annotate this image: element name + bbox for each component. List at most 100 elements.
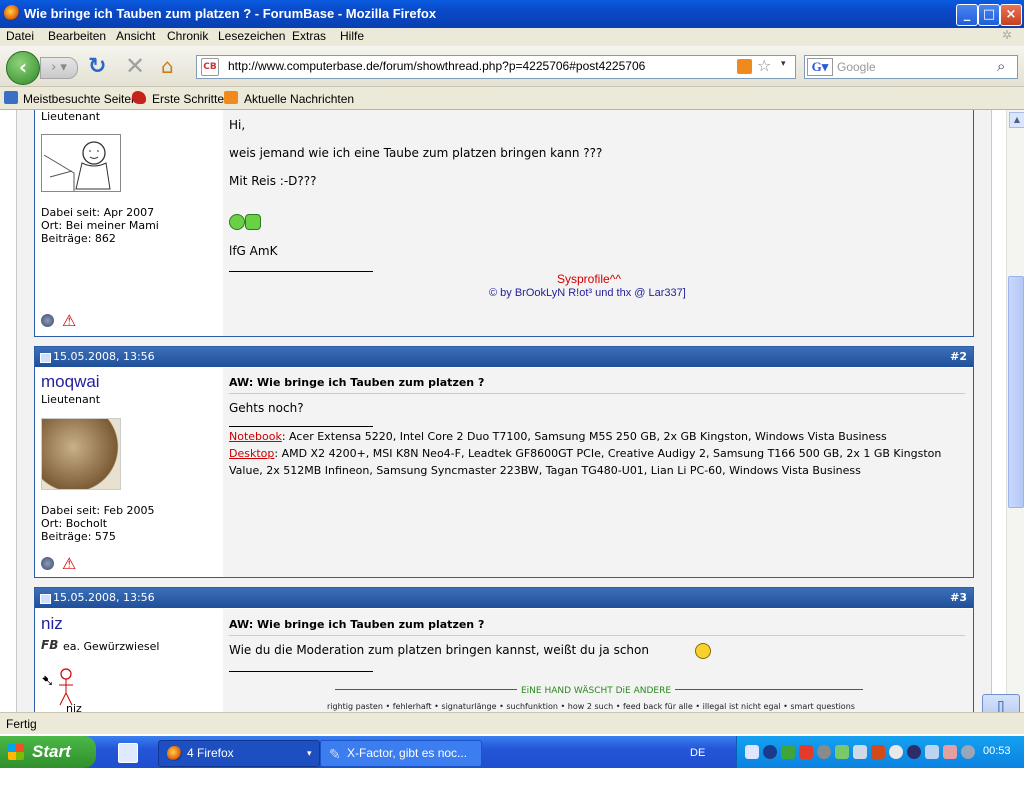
task-group-arrow-icon: ▾ <box>307 748 312 758</box>
forward-button[interactable]: › ▾ <box>40 57 78 79</box>
tray-disk-icon[interactable] <box>817 745 831 759</box>
scroll-up-icon[interactable]: ▲ <box>1009 112 1024 128</box>
post-title: AW: Wie bringe ich Tauben zum platzen ? <box>229 376 485 389</box>
tray-network-icon[interactable] <box>835 745 849 759</box>
post-header: 15.05.2008, 13:56 #3 <box>35 588 973 608</box>
tray-tool-icon[interactable] <box>943 745 957 759</box>
forum-post-1: Lieutenant Dabei seit: Apr 2007 Ort: Bei… <box>34 110 974 337</box>
show-desktop-icon[interactable] <box>118 743 138 763</box>
post-line-3: Mit Reis :-D??? <box>229 174 317 188</box>
user-rank: Lieutenant <box>41 110 101 123</box>
minimize-button[interactable]: _ <box>956 4 978 26</box>
signature-sysprofile-link[interactable]: Sysprofile^^ <box>557 272 621 286</box>
status-text: Fertig <box>6 717 37 731</box>
stick-figure-icon <box>59 668 73 706</box>
post-number-link[interactable]: #2 <box>950 347 967 367</box>
search-icon[interactable]: ⌕ <box>997 57 1005 75</box>
maximize-button[interactable]: □ <box>978 4 1000 26</box>
tray-misc-icon[interactable] <box>961 745 975 759</box>
forum-post-2: 15.05.2008, 13:56 #2 moqwai Lieutenant D… <box>34 346 974 578</box>
status-bar: Fertig <box>0 712 1024 735</box>
start-label: Start <box>32 742 71 761</box>
tray-security-icon[interactable] <box>781 745 795 759</box>
tray-media-icon[interactable] <box>907 745 921 759</box>
post-date: 15.05.2008, 13:56 <box>53 350 155 363</box>
smiley-sunglasses-icon <box>695 643 711 659</box>
throbber-icon: ✲ <box>1002 28 1013 42</box>
menu-extras[interactable]: Extras <box>292 29 326 43</box>
rss-icon <box>224 91 238 104</box>
redhat-icon <box>132 91 146 104</box>
taskbar-window[interactable]: ✎ X-Factor, gibt es noc... <box>320 740 482 767</box>
windows-logo-icon <box>8 744 24 760</box>
language-indicator[interactable]: DE <box>690 747 705 759</box>
notebook-link[interactable]: Notebook <box>229 430 282 443</box>
menu-ansicht[interactable]: Ansicht <box>116 29 155 43</box>
menu-bearbeiten[interactable]: Bearbeiten <box>48 29 106 43</box>
user-post-count: Beiträge: 862 <box>41 232 116 245</box>
bookmark-folder-icon <box>4 91 18 104</box>
tray-alert-icon[interactable] <box>799 745 813 759</box>
title-divider <box>229 635 965 636</box>
post-user-panel: Lieutenant Dabei seit: Apr 2007 Ort: Bei… <box>35 110 221 336</box>
tray-search-icon[interactable] <box>889 745 903 759</box>
report-post-icon[interactable]: ⚠ <box>62 311 76 330</box>
search-input[interactable]: Google <box>837 60 876 74</box>
stop-icon[interactable]: ✕ <box>125 52 145 80</box>
search-engine-icon[interactable]: G▾ <box>807 58 833 76</box>
post-body: Hi, weis jemand wie ich eine Taube zum p… <box>223 110 973 336</box>
user-rank: ea. Gewürzwiesel <box>63 640 160 653</box>
username-link[interactable]: moqwai <box>41 372 100 392</box>
start-button[interactable]: Start <box>0 736 96 768</box>
task-firefox-label: 4 Firefox <box>187 746 234 760</box>
menu-hilfe[interactable]: Hilfe <box>340 29 364 43</box>
url-text[interactable]: http://www.computerbase.de/forum/showthr… <box>228 59 645 73</box>
bookmark-star-icon[interactable]: ☆ <box>757 56 771 75</box>
url-dropdown-icon[interactable]: ▾ <box>781 59 786 69</box>
search-bar[interactable]: G▾ Google ⌕ <box>804 55 1018 79</box>
post-number-link[interactable]: #3 <box>950 588 967 608</box>
user-avatar[interactable] <box>41 418 121 490</box>
firefox-icon <box>4 5 20 21</box>
menu-lesezeichen[interactable]: Lesezeichen <box>218 29 285 43</box>
forum-post-3: 15.05.2008, 13:56 #3 niz FB ea. Gewürzwi… <box>34 587 974 729</box>
bookmark-meistbesuchte[interactable]: Meistbesuchte Seiten <box>23 92 138 106</box>
taskbar-firefox-group[interactable]: 4 Firefox ▾ <box>158 740 320 767</box>
tray-hardware-icon[interactable] <box>853 745 867 759</box>
signature-links[interactable]: rightig pasten • fehlerhaft • signaturlä… <box>327 702 855 711</box>
post-title: AW: Wie bringe ich Tauben zum platzen ? <box>229 618 485 631</box>
signature-separator <box>229 271 373 272</box>
reload-icon[interactable]: ↻ <box>88 54 106 79</box>
username-link[interactable]: niz <box>41 614 63 634</box>
post-date: 15.05.2008, 13:56 <box>53 591 155 604</box>
menu-datei[interactable]: Datei <box>6 29 34 43</box>
title-divider <box>229 393 965 394</box>
signature-credit: © by BrOokLyN R!ot³ und thx @ Lar337] <box>489 287 686 299</box>
scrollbar-thumb[interactable] <box>1008 276 1024 508</box>
tray-volume-icon[interactable] <box>871 745 885 759</box>
tray-display-icon[interactable] <box>925 745 939 759</box>
bookmark-aktuelle-nachrichten[interactable]: Aktuelle Nachrichten <box>244 92 354 106</box>
rss-feed-icon[interactable] <box>737 59 752 74</box>
smiley-grin-icon <box>229 214 245 230</box>
bookmark-erste-schritte[interactable]: Erste Schritte <box>152 92 224 106</box>
report-post-icon[interactable]: ⚠ <box>62 554 76 573</box>
tray-download-icon[interactable] <box>763 745 777 759</box>
user-avatar[interactable] <box>41 134 121 192</box>
notebook-specs: : Acer Extensa 5220, Intel Core 2 Duo T7… <box>281 430 887 443</box>
close-button[interactable]: × <box>1000 4 1022 26</box>
home-icon[interactable]: ⌂ <box>161 54 174 78</box>
desktop-link[interactable]: Desktop <box>229 447 274 460</box>
window-title: Wie bringe ich Tauben zum platzen ? - Fo… <box>24 6 437 21</box>
back-button[interactable]: ‹ <box>6 51 40 85</box>
post-icon <box>40 594 51 604</box>
avatar-sketch-icon <box>43 141 111 191</box>
tray-app-icon[interactable] <box>745 745 759 759</box>
bookmarks-toolbar: Meistbesuchte Seiten Erste Schritte Aktu… <box>0 87 1024 110</box>
menu-chronik[interactable]: Chronik <box>167 29 208 43</box>
smiley-thumbs-up-icon <box>245 214 261 230</box>
user-post-count: Beiträge: 575 <box>41 530 116 543</box>
post-user-panel: niz FB ea. Gewürzwiesel ➷ niz <box>35 609 221 728</box>
task-window-label: X-Factor, gibt es noc... <box>347 746 468 760</box>
site-favicon-icon: CB <box>201 58 219 76</box>
